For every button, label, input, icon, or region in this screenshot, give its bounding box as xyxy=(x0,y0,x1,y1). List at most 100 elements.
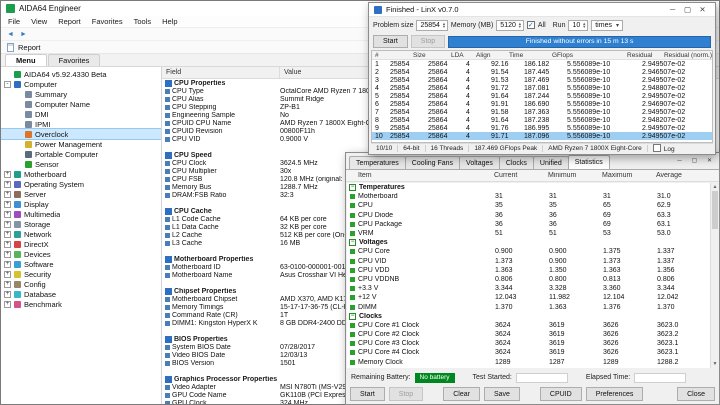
problem-size-input[interactable]: 25854 xyxy=(416,19,448,31)
expander-icon[interactable]: + xyxy=(4,230,11,238)
expander-icon[interactable]: + xyxy=(4,240,11,248)
tree-item[interactable]: - Computer xyxy=(1,79,161,89)
expander-icon[interactable] xyxy=(15,131,22,138)
tree-item[interactable]: + DirectX xyxy=(1,239,161,249)
sensor-row[interactable]: CPU VDD 1.363 1.350 1.363 1.356 xyxy=(347,266,710,275)
sensor-row[interactable]: Voltages xyxy=(347,238,710,247)
report-button[interactable]: Report xyxy=(18,43,41,52)
tree-item[interactable]: AIDA64 v5.92.4330 Beta xyxy=(1,69,161,79)
sensor-row[interactable]: DIMM 1.370 1.363 1.376 1.370 xyxy=(347,302,710,311)
menu-item[interactable]: Help xyxy=(162,17,177,26)
result-row[interactable]: 2 25854 25864 4 91.54 187.445 5.556089e-… xyxy=(372,68,712,76)
tree-item[interactable]: + Server xyxy=(1,189,161,199)
column-header[interactable]: GFlops xyxy=(549,52,624,59)
tree-item[interactable]: + Operating System xyxy=(1,179,161,189)
result-row[interactable]: 9 25854 25864 4 91.76 186.995 5.556089e-… xyxy=(372,124,712,132)
stop-button[interactable]: Stop xyxy=(410,35,446,48)
button[interactable]: Start xyxy=(350,387,385,401)
sensor-row[interactable]: CPU Core #4 Clock 3624 3619 3626 3623.1 xyxy=(347,348,710,357)
expander-icon[interactable] xyxy=(15,101,22,108)
sensor-row[interactable]: CPU Core #3 Clock 3624 3619 3626 3623.1 xyxy=(347,339,710,348)
column-maximum[interactable]: Maximum xyxy=(600,172,654,179)
forward-icon[interactable]: ► xyxy=(20,31,27,38)
column-header[interactable]: Residual xyxy=(624,52,661,59)
maximize-button[interactable] xyxy=(680,4,695,15)
sensor-row[interactable]: CPU Diode 36 36 69 63.3 xyxy=(347,211,710,220)
expander-icon[interactable] xyxy=(15,91,22,98)
spinner-icon[interactable] xyxy=(518,22,522,28)
sensor-row[interactable]: Memory Clock 1289 1287 1289 1288.2 xyxy=(347,358,710,367)
tree-item[interactable]: Overclock xyxy=(1,128,161,140)
scrollbar[interactable]: ▲ ▼ xyxy=(710,183,718,368)
spinner-icon[interactable] xyxy=(442,22,446,28)
column-header[interactable]: LDA xyxy=(448,52,473,59)
sensor-row[interactable]: CPU Core #2 Clock 3624 3619 3626 3623.2 xyxy=(347,330,710,339)
sensor-row[interactable]: +3.3 V 3.344 3.328 3.360 3.344 xyxy=(347,284,710,293)
button[interactable]: Stop xyxy=(388,387,424,401)
tab[interactable]: Unified xyxy=(532,156,569,169)
expander-icon[interactable]: + xyxy=(4,250,11,258)
column-current[interactable]: Current xyxy=(492,172,546,179)
button[interactable]: Save xyxy=(483,387,520,401)
expander-icon[interactable]: + xyxy=(4,280,11,288)
memory-input[interactable]: 5120 xyxy=(496,19,524,31)
column-header[interactable]: Time xyxy=(506,52,549,59)
tree-item[interactable]: + Network xyxy=(1,229,161,239)
expander-icon[interactable]: - xyxy=(4,80,11,88)
sensor-row[interactable]: CPU VDDNB 0.806 0.800 0.813 0.806 xyxy=(347,275,710,284)
sensor-row[interactable]: Temperatures xyxy=(347,183,710,192)
tab[interactable]: Voltages xyxy=(459,156,500,169)
scroll-down-icon[interactable]: ▼ xyxy=(711,360,719,368)
linx-titlebar[interactable]: Finished - LinX v0.7.0 xyxy=(369,3,715,17)
button[interactable]: Preferences xyxy=(585,387,644,401)
expander-icon[interactable]: + xyxy=(4,200,11,208)
expander-icon[interactable] xyxy=(15,161,22,168)
expander-icon[interactable] xyxy=(15,111,22,118)
expander-icon[interactable]: + xyxy=(4,210,11,218)
sensor-row[interactable]: CPU Core 0.900 0.900 1.375 1.337 xyxy=(347,247,710,256)
column-item[interactable]: Item xyxy=(346,172,492,179)
column-header[interactable]: Align xyxy=(473,52,506,59)
tree-item[interactable]: + Display xyxy=(1,199,161,209)
menu-item[interactable]: Report xyxy=(58,17,81,26)
column-field[interactable]: Field xyxy=(162,67,280,78)
times-dropdown[interactable]: times xyxy=(591,19,623,31)
column-minimum[interactable]: Minimum xyxy=(546,172,600,179)
tree-item[interactable]: IPMI xyxy=(1,119,161,129)
sensor-row[interactable]: +12 V 12.043 11.982 12.104 12.042 xyxy=(347,293,710,302)
column-header[interactable]: # xyxy=(372,52,410,59)
sensor-row[interactable]: CPU Core #1 Clock 3624 3619 3626 3623.0 xyxy=(347,321,710,330)
run-count-input[interactable]: 10 xyxy=(568,19,589,31)
result-row[interactable]: 5 25854 25864 4 91.64 187.244 5.556089e-… xyxy=(372,92,712,100)
expander-icon[interactable] xyxy=(4,71,11,78)
button[interactable]: Close xyxy=(677,387,715,401)
sensor-row[interactable]: CPU Package 36 36 69 63.1 xyxy=(347,220,710,229)
column-header[interactable]: Size xyxy=(410,52,448,59)
tree-item[interactable]: + Benchmark xyxy=(1,299,161,309)
sensor-row[interactable]: Clocks xyxy=(347,312,710,321)
start-button[interactable]: Start xyxy=(373,35,408,48)
expander-icon[interactable]: + xyxy=(4,290,11,298)
all-checkbox[interactable] xyxy=(526,21,535,29)
tree-item[interactable]: Computer Name xyxy=(1,99,161,109)
maximize-button[interactable] xyxy=(687,155,702,166)
minimize-button[interactable] xyxy=(672,155,687,166)
tree-item[interactable]: DMI xyxy=(1,109,161,119)
tree-item[interactable]: + Motherboard xyxy=(1,169,161,179)
scrollbar-thumb[interactable] xyxy=(712,191,718,229)
tab[interactable]: Cooling Fans xyxy=(404,156,461,169)
tree-item[interactable]: Summary xyxy=(1,89,161,99)
expander-icon[interactable] xyxy=(15,121,22,128)
tree-item[interactable]: + Config xyxy=(1,279,161,289)
tree-item[interactable]: + Software xyxy=(1,259,161,269)
menu-item[interactable]: File xyxy=(8,17,20,26)
expander-icon[interactable]: + xyxy=(4,300,11,308)
tree-item[interactable]: + Multimedia xyxy=(1,209,161,219)
result-row[interactable]: 7 25854 25864 4 91.58 187.363 5.556089e-… xyxy=(372,108,712,116)
tab[interactable]: Temperatures xyxy=(349,156,406,169)
back-icon[interactable]: ◄ xyxy=(7,31,14,38)
scroll-up-icon[interactable]: ▲ xyxy=(711,183,719,191)
tree-item[interactable]: + Devices xyxy=(1,249,161,259)
close-button[interactable] xyxy=(695,4,710,15)
result-row[interactable]: 4 25854 25864 4 91.72 187.081 5.556089e-… xyxy=(372,84,712,92)
